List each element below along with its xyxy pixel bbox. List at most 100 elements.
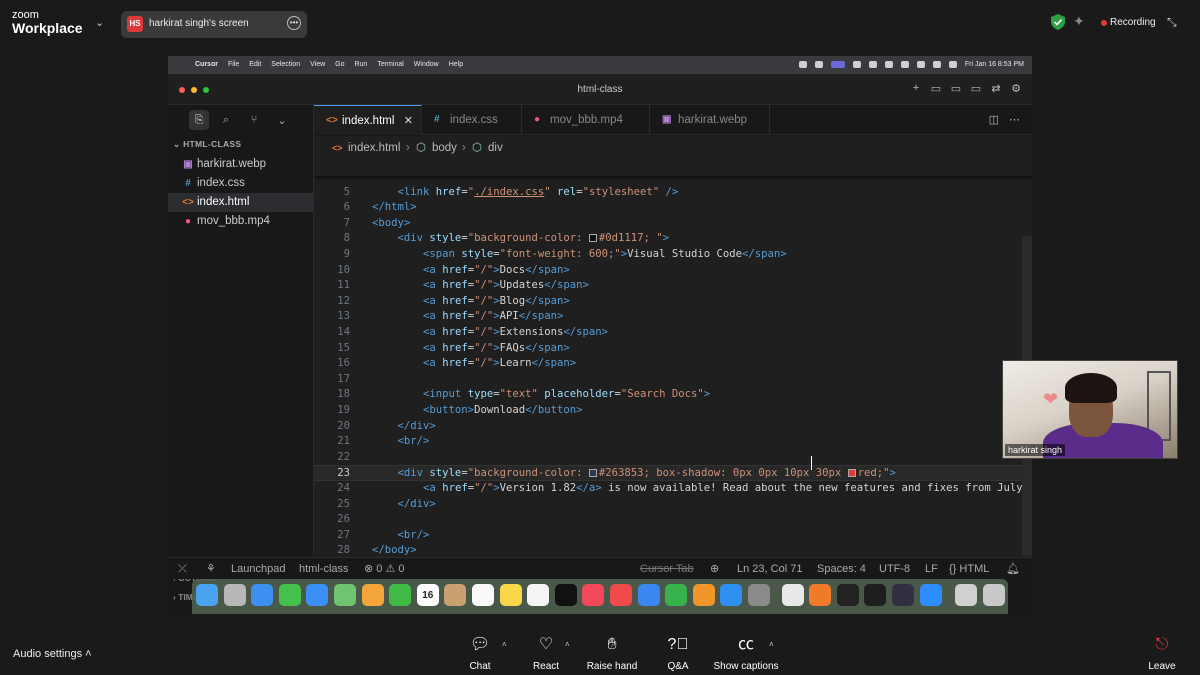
mail-icon[interactable]	[306, 584, 329, 606]
indentation-status[interactable]: Spaces: 4	[817, 558, 866, 580]
mac-menu-item[interactable]: Go	[335, 61, 344, 68]
mac-menu-item[interactable]: View	[310, 61, 325, 68]
code-line[interactable]: 18 <input type="text" placeholder="Searc…	[314, 387, 1032, 403]
status-icon[interactable]	[852, 61, 861, 68]
facetime-icon[interactable]	[389, 584, 412, 606]
chevron-down-icon[interactable]: ⌄	[274, 114, 290, 127]
editor-tab[interactable]: # index.css	[422, 105, 522, 135]
file-item[interactable]: # index.css	[168, 174, 314, 193]
ai-companion-icon[interactable]: ✦	[1073, 13, 1085, 30]
app-store-icon[interactable]	[720, 584, 743, 606]
code-line[interactable]: 28 </body>	[314, 543, 1032, 557]
toggle-secondary-sidebar-icon[interactable]: ▭	[970, 82, 982, 95]
obs-icon[interactable]	[892, 584, 914, 606]
exit-fullscreen-icon[interactable]: ⤡	[1167, 15, 1177, 30]
notes-icon[interactable]	[499, 584, 522, 606]
cursor-tab-status[interactable]: Cursor Tab	[640, 558, 694, 580]
editor-tab[interactable]: ▣ harkirat.webp	[650, 105, 770, 135]
audio-settings-button[interactable]: Audio settings ˄	[13, 648, 92, 660]
finder-icon[interactable]	[196, 584, 218, 606]
code-line[interactable]: 24 <a href="/">Version 1.82</a> is now a…	[314, 481, 1032, 497]
control-center-icon[interactable]	[932, 61, 941, 68]
more-options-icon[interactable]: •••	[287, 16, 301, 30]
news-icon[interactable]	[610, 584, 632, 606]
code-line[interactable]: 5 <link href="./index.css" rel="styleshe…	[314, 185, 1032, 201]
encoding-status[interactable]: UTF-8	[879, 558, 910, 580]
close-icon[interactable]: ✕	[404, 106, 413, 136]
sync-icon[interactable]: ⇄	[990, 82, 1002, 95]
file-item[interactable]: <> index.html	[168, 193, 314, 212]
add-icon[interactable]: +	[910, 82, 922, 95]
launchpad-status[interactable]: Launchpad	[231, 558, 285, 580]
mac-menu-item[interactable]: File	[228, 61, 239, 68]
chevron-down-icon[interactable]: ⌄	[95, 16, 104, 29]
search-icon[interactable]: ⌕	[218, 114, 234, 127]
mac-menu-item[interactable]: Edit	[249, 61, 261, 68]
piano-icon[interactable]	[836, 584, 859, 606]
breadcrumb-item[interactable]: div	[488, 136, 503, 160]
file-item[interactable]: ▣ harkirat.webp	[168, 155, 314, 174]
toggle-panel-icon[interactable]: ▭	[950, 82, 962, 95]
screen-share-indicator[interactable]: HS harkirat singh's screen •••	[121, 11, 307, 38]
mac-menu-item[interactable]: Terminal	[377, 61, 403, 68]
code-line[interactable]: 23 <div style="background-color: #263853…	[314, 465, 1032, 481]
code-line[interactable]: 27 <br/>	[314, 528, 1032, 544]
status-icon[interactable]	[884, 61, 893, 68]
battery-icon[interactable]	[900, 61, 909, 68]
messages-icon[interactable]	[278, 584, 301, 606]
numbers-icon[interactable]	[665, 584, 688, 606]
siri-icon[interactable]	[948, 61, 957, 68]
tv-icon[interactable]	[554, 584, 577, 606]
file-item[interactable]: ● mov_bbb.mp4	[168, 212, 314, 231]
trash-icon[interactable]	[982, 584, 1005, 606]
sketch-icon[interactable]	[809, 584, 832, 606]
language-status[interactable]: {} HTML	[949, 558, 989, 580]
mac-menu-item[interactable]: Run	[354, 61, 367, 68]
code-line[interactable]: 16 <a href="/">Learn</span>	[314, 356, 1032, 372]
cursor-position[interactable]: Ln 23, Col 71	[737, 558, 802, 580]
code-line[interactable]: 15 <a href="/">FAQs</span>	[314, 341, 1032, 357]
code-line[interactable]: 22	[314, 450, 1032, 466]
code-line[interactable]: 21 <br/>	[314, 434, 1032, 450]
system-settings-icon[interactable]	[748, 584, 770, 606]
contacts-icon[interactable]	[444, 584, 467, 606]
editor-tab[interactable]: <> index.html ✕	[314, 105, 422, 135]
react-options-caret[interactable]: ˄	[565, 640, 570, 649]
code-line[interactable]: 7 <body>	[314, 216, 1032, 232]
files-icon[interactable]: ⎘	[189, 110, 209, 130]
code-line[interactable]: 20 </div>	[314, 419, 1032, 435]
zoom-icon[interactable]	[919, 584, 942, 606]
code-editor[interactable]: 1<html>5 <link href="./index.css" rel="s…	[314, 160, 1032, 557]
calendar-icon[interactable]: 16	[416, 584, 439, 606]
code-line[interactable]: 6 </html>	[314, 200, 1032, 216]
code-line[interactable]: 8 <div style="background-color: #0d1117;…	[314, 231, 1032, 247]
leave-button[interactable]: ⎋ Leave	[1142, 635, 1182, 672]
more-actions-icon[interactable]: ⋯	[1009, 113, 1020, 126]
mac-clock[interactable]: Fri Jan 16 8:53 PM	[965, 61, 1024, 68]
pages-icon[interactable]	[692, 584, 715, 606]
cursor-icon[interactable]	[864, 584, 887, 606]
music-icon[interactable]	[582, 584, 605, 606]
launchpad-icon[interactable]	[223, 584, 246, 606]
mac-menu-item[interactable]: Help	[449, 61, 463, 68]
code-line[interactable]: 25 </div>	[314, 497, 1032, 513]
source-control-icon[interactable]: ⑂	[246, 114, 262, 126]
status-icon[interactable]	[868, 61, 877, 68]
participant-video[interactable]: ❤ harkirat singh	[1002, 360, 1178, 459]
folder-status[interactable]: html-class	[299, 558, 349, 580]
code-line[interactable]: 26	[314, 512, 1032, 528]
code-line[interactable]: 14 <a href="/">Extensions</span>	[314, 325, 1032, 341]
chrome-icon[interactable]	[781, 584, 804, 606]
captions-options-caret[interactable]: ˄	[769, 640, 774, 649]
wifi-icon[interactable]	[916, 61, 925, 68]
remote-icon[interactable]: ⤫	[178, 558, 187, 580]
status-icon[interactable]	[798, 61, 807, 68]
freeform-icon[interactable]	[527, 584, 550, 606]
shield-check-icon[interactable]	[1051, 14, 1065, 30]
code-line[interactable]: 9 <span style="font-weight: 600;">Visual…	[314, 247, 1032, 263]
zoom-in-icon[interactable]: ⊕	[710, 558, 719, 580]
reminders-icon[interactable]	[472, 584, 494, 606]
code-line[interactable]: 10 <a href="/">Docs</span>	[314, 263, 1032, 279]
recording-label[interactable]: Recording	[1110, 17, 1156, 28]
screenshots-icon[interactable]	[955, 584, 978, 606]
